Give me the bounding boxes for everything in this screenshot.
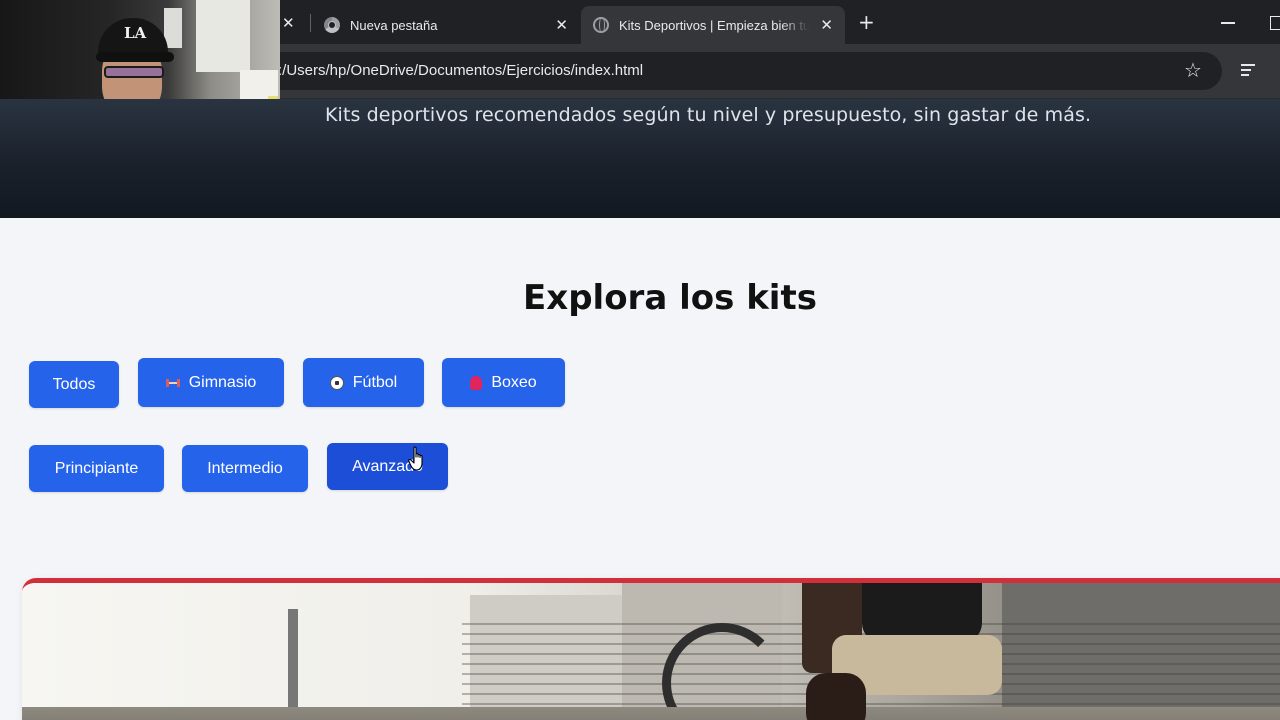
soccer-ball-icon — [329, 375, 344, 390]
button-label: Fútbol — [352, 373, 398, 391]
athlete-leg — [806, 673, 866, 720]
wall-paper — [196, 0, 250, 72]
button-label: Boxeo — [491, 373, 537, 391]
media-control-icon[interactable] — [1241, 62, 1259, 78]
filter-boxeo-button[interactable]: Boxeo — [442, 358, 565, 407]
hero-subtitle: Kits deportivos recomendados según tu ni… — [325, 104, 1092, 126]
kit-card-photo — [22, 583, 1280, 720]
glasses — [104, 66, 164, 78]
tab-divider — [310, 14, 311, 32]
filter-principiante-button[interactable]: Principiante — [29, 445, 164, 492]
globe-icon — [593, 17, 609, 33]
button-label: Intermedio — [207, 459, 283, 477]
dumbbell-icon — [165, 378, 180, 388]
tab-new-tab[interactable]: Nueva pestaña ✕ — [312, 6, 580, 44]
bookmark-star-icon[interactable]: ☆ — [1184, 58, 1202, 82]
hand-cursor-icon — [408, 446, 423, 471]
close-icon[interactable]: ✕ — [555, 16, 568, 34]
athlete-torso — [862, 583, 982, 643]
tab-kits-deportivos[interactable]: Kits Deportivos | Empieza bien tu e ✕ — [581, 6, 845, 44]
button-label: Principiante — [54, 459, 139, 477]
screen: ✕ Nueva pestaña ✕ Kits Deportivos | Empi… — [0, 0, 1280, 720]
url-text[interactable]: :/Users/hp/OneDrive/Documentos/Ejercicio… — [278, 62, 643, 79]
tab-title: Kits Deportivos | Empieza bien tu e — [619, 17, 809, 33]
close-icon[interactable]: ✕ — [820, 16, 833, 34]
cap-brim — [96, 52, 174, 62]
minimize-icon[interactable] — [1221, 22, 1235, 24]
filter-futbol-button[interactable]: Fútbol — [303, 358, 424, 407]
kit-card[interactable] — [22, 578, 1280, 720]
boxing-glove-icon — [470, 375, 483, 390]
button-label: Gimnasio — [188, 373, 257, 391]
maximize-icon[interactable] — [1270, 16, 1280, 30]
filter-avanzado-button[interactable]: Avanzado — [327, 443, 448, 490]
close-icon[interactable]: ✕ — [282, 14, 295, 32]
photo-ground — [22, 707, 1280, 720]
chrome-icon — [324, 17, 340, 33]
filter-gimnasio-button[interactable]: Gimnasio — [138, 358, 284, 407]
button-label: Todos — [52, 375, 96, 393]
cap-logo: LA — [124, 24, 147, 42]
section-title: Explora los kits — [523, 278, 817, 318]
new-tab-icon[interactable]: + — [858, 10, 875, 34]
tab-title: Nueva pestaña — [350, 17, 438, 33]
photo-pole — [288, 609, 298, 720]
photo-athlete — [802, 583, 1022, 720]
filter-todos-button[interactable]: Todos — [29, 361, 119, 408]
filter-intermedio-button[interactable]: Intermedio — [182, 445, 308, 492]
